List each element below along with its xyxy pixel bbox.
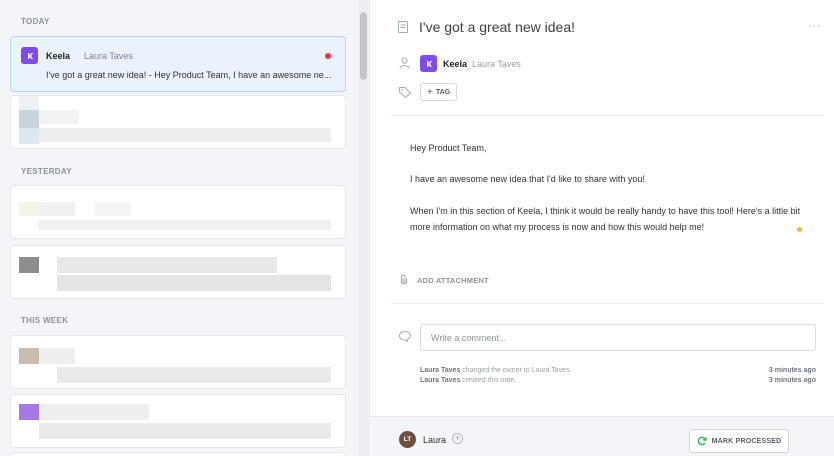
note-body-line: Hey Product Team, — [410, 143, 487, 153]
list-scrollbar-thumb[interactable] — [360, 12, 367, 80]
blurred-text — [39, 348, 75, 364]
paperclip-icon — [401, 274, 407, 285]
activity-text: created this note. — [460, 377, 516, 384]
note-body-line: When I'm in this section of Keela, I thi… — [410, 206, 801, 216]
blurred-text — [39, 423, 331, 439]
note-card-blurred[interactable] — [10, 452, 346, 456]
note-card-blurred[interactable] — [10, 185, 346, 239]
tag-icon — [399, 87, 411, 98]
note-app-name: Keela — [443, 59, 468, 69]
note-card-selected[interactable]: Keela Laura Taves I've got a great new i… — [10, 36, 346, 92]
notes-list-panel: TODAY Keela Laura Taves I've got a great… — [0, 0, 370, 456]
note-owner[interactable]: Laura Taves — [472, 59, 521, 69]
section-label-today: TODAY — [21, 17, 50, 26]
activity-time: 3 minutes ago — [768, 367, 816, 374]
blurred-text — [39, 202, 75, 216]
note-icon — [398, 21, 408, 33]
footer-user-name[interactable]: Laura — [423, 435, 446, 445]
comment-input[interactable] — [420, 324, 816, 351]
keela-app-icon — [420, 55, 437, 72]
note-title: I've got a great new idea! — [419, 19, 575, 35]
activity-user: Laura Taves — [420, 367, 461, 374]
person-icon — [399, 57, 410, 69]
note-card-blurred[interactable] — [10, 95, 346, 149]
blurred-text — [39, 404, 149, 420]
blurred-text — [57, 257, 277, 273]
blurred-icon — [19, 348, 39, 364]
note-card-preview: I've got a great new idea! - Hey Product… — [46, 70, 332, 80]
note-card-owner: Laura Taves — [84, 51, 133, 61]
activity-entry: Laura Taves changed the owner to Laura T… — [420, 367, 816, 374]
plus-icon: + — [427, 86, 433, 98]
keela-app-icon — [21, 47, 38, 64]
status-dot — [797, 227, 802, 232]
mark-processed-button[interactable]: MARK PROCESSED — [689, 429, 789, 453]
blurred-icon — [19, 202, 39, 216]
refresh-icon — [697, 436, 707, 446]
divider — [391, 115, 824, 116]
comment-icon — [399, 331, 411, 342]
note-card-blurred[interactable] — [10, 394, 346, 448]
activity-user: Laura Taves — [420, 377, 461, 384]
note-body-line: I have an awesome new idea that I'd like… — [410, 174, 645, 184]
blurred-text — [57, 367, 331, 383]
activity-text: changed the owner to Laura Taves. — [460, 367, 572, 374]
unread-indicator — [325, 53, 331, 59]
note-detail-panel: I've got a great new idea! ··· Keela Lau… — [371, 0, 834, 456]
note-card-app-name: Keela — [46, 51, 71, 61]
activity-time: 3 minutes ago — [768, 377, 816, 384]
note-body-line: more information on what my process is n… — [410, 222, 705, 232]
blurred-icon — [19, 110, 39, 128]
avatar[interactable]: LT — [399, 431, 416, 448]
mark-processed-label: MARK PROCESSED — [711, 437, 782, 445]
blurred-icon — [19, 404, 39, 420]
add-follower-icon[interactable]: + — [452, 433, 463, 444]
blurred-text — [39, 128, 331, 142]
blurred-icon — [19, 257, 39, 273]
blurred-icon — [19, 128, 39, 144]
blurred-text — [39, 220, 331, 230]
activity-entry: Laura Taves created this note. 3 minutes… — [420, 377, 816, 384]
blurred-text — [57, 275, 331, 291]
divider — [391, 303, 824, 304]
blurred-text — [95, 202, 131, 216]
add-tag-label: TAG — [435, 88, 451, 96]
blurred-icon — [19, 96, 39, 110]
note-card-blurred[interactable] — [10, 245, 346, 299]
add-attachment-button[interactable]: ADD ATTACHMENT — [417, 276, 489, 285]
add-tag-button[interactable]: + TAG — [420, 83, 458, 101]
note-card-blurred[interactable] — [10, 335, 346, 389]
blurred-text — [39, 110, 79, 124]
detail-footer: LT Laura + MARK PROCESSED — [371, 416, 834, 456]
more-options-icon[interactable]: ··· — [808, 20, 822, 32]
section-label-this-week: THIS WEEK — [21, 316, 69, 325]
section-label-yesterday: YESTERDAY — [21, 167, 72, 176]
